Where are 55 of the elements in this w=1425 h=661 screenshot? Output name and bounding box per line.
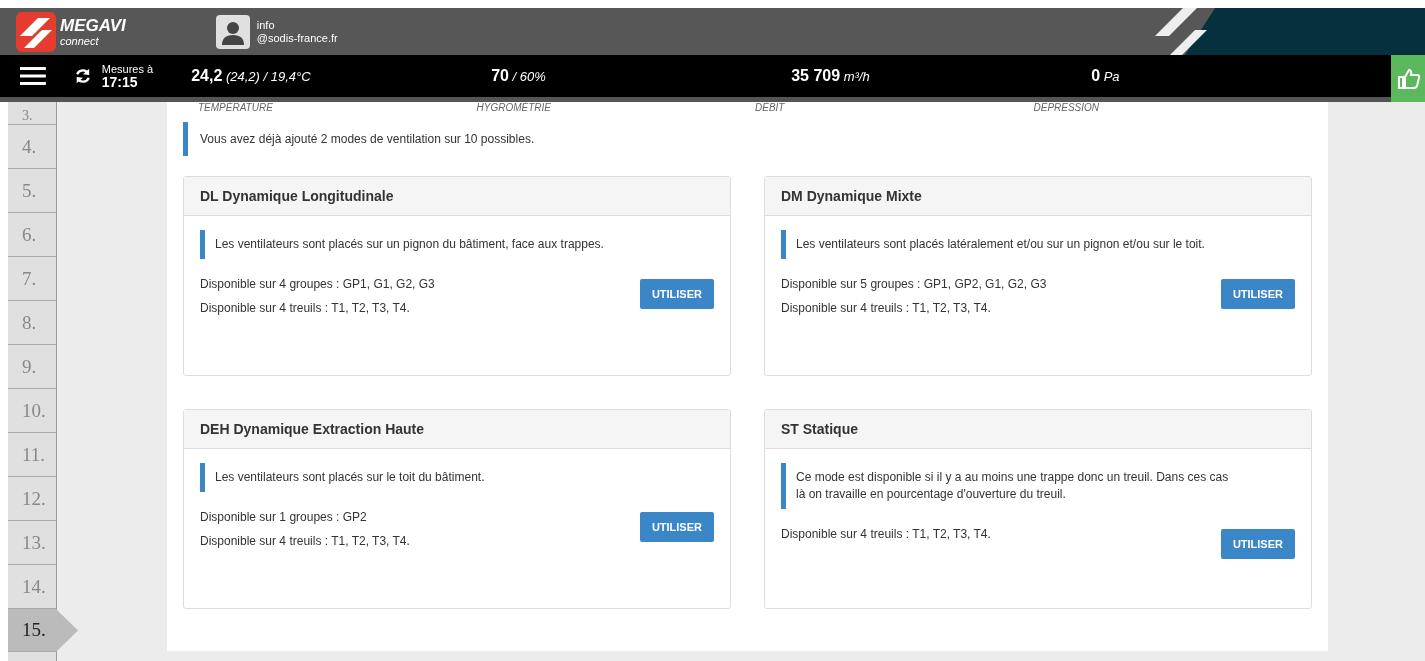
card-title: ST Statique (765, 410, 1311, 449)
metric-value: 70 (491, 67, 509, 84)
metric-label: TEMPÉRATURE (198, 102, 274, 115)
brand-subtitle: connect (60, 34, 100, 47)
card-title: DL Dynamique Longitudinale (184, 177, 730, 216)
step-tab[interactable]: 13. (8, 521, 56, 565)
step-tab[interactable]: 6. (8, 213, 56, 257)
metric-detail: Pa (1103, 69, 1120, 84)
brand-name: MEGAVI (60, 16, 126, 35)
availability-text: Disponible sur 5 groupes : GP1, GP2, G1, G2, G3 (781, 277, 1048, 291)
use-button[interactable]: UTILISER (639, 279, 714, 309)
card-description: Les ventilateurs sont placés sur le toit du bâtiment. (200, 463, 665, 492)
availability-text: Disponible sur 4 treuils : T1, T2, T3, T4. (200, 534, 411, 548)
availability-text: Disponible sur 4 groupes : GP1, G1, G2, G3 (200, 277, 436, 291)
metric-value: 35 709 (791, 67, 841, 84)
availability-text: Disponible sur 4 treuils : T1, T2, T3, T4. (781, 301, 992, 315)
step-tab[interactable]: 11. (8, 433, 56, 477)
metric-label: DÉPRESSION (1033, 102, 1101, 115)
metric-label: HYGROMÉTRIE (476, 102, 552, 115)
refresh-icon[interactable] (73, 67, 92, 85)
metric-detail: m³/h (843, 69, 870, 84)
avatar-icon[interactable] (215, 14, 250, 49)
metric-label: DÉBIT (755, 102, 786, 115)
availability-text: Disponible sur 4 treuils : T1, T2, T3, T4. (200, 301, 411, 315)
measures-caption: Mesures à (101, 63, 155, 75)
metric-value: 0 (1091, 67, 1101, 84)
thumbs-up-icon (1397, 66, 1422, 91)
availability-text: Disponible sur 1 groupes : GP2 (200, 510, 368, 524)
card-description: Les ventilateurs sont placés sur un pignon du bâtiment, face aux trappes. (200, 230, 665, 259)
card-title: DEH Dynamique Extraction Haute (184, 410, 730, 449)
metric-detail: / 60% (512, 69, 546, 84)
use-button[interactable]: UTILISER (1220, 279, 1295, 309)
step-tab[interactable]: 3. (8, 102, 56, 125)
card-description: Les ventilateurs sont placés latéralement et/ou sur un pignon et/ou sur le toit. (781, 230, 1246, 259)
step-tab[interactable]: 12. (8, 477, 56, 521)
step-tab[interactable]: 7. (8, 257, 56, 301)
step-tab[interactable]: 9. (8, 345, 56, 389)
step-tab[interactable]: 4. (8, 125, 56, 169)
menu-icon[interactable] (20, 66, 46, 86)
measures-time: 17:15 (101, 74, 139, 89)
logo-icon (16, 11, 56, 52)
step-tab[interactable]: 10. (8, 389, 56, 433)
notice-text: Vous avez déjà ajouté 2 modes de ventilation sur 10 possibles. (183, 122, 1312, 156)
card-description: Ce mode est disponible si il y a au moins une trappe donc un treuil. Dans ces cas là on travaille en pourcentage d'ouverture du treuil. (781, 463, 1246, 509)
metric-value: 24,2 (191, 67, 223, 84)
card-title: DM Dynamique Mixte (765, 177, 1311, 216)
thumbs-up-button[interactable] (1391, 55, 1425, 102)
availability-text: Disponible sur 4 treuils : T1, T2, T3, T4. (781, 527, 992, 541)
step-tab[interactable]: 5. (8, 169, 56, 213)
user-domain: @sodis-france.fr (256, 31, 338, 45)
use-button[interactable]: UTILISER (639, 512, 714, 542)
use-button[interactable]: UTILISER (1220, 529, 1295, 559)
step-tab[interactable]: 8. (8, 301, 56, 345)
metric-detail: (24,2) / 19,4°C (225, 69, 311, 84)
user-name: info (256, 18, 276, 32)
